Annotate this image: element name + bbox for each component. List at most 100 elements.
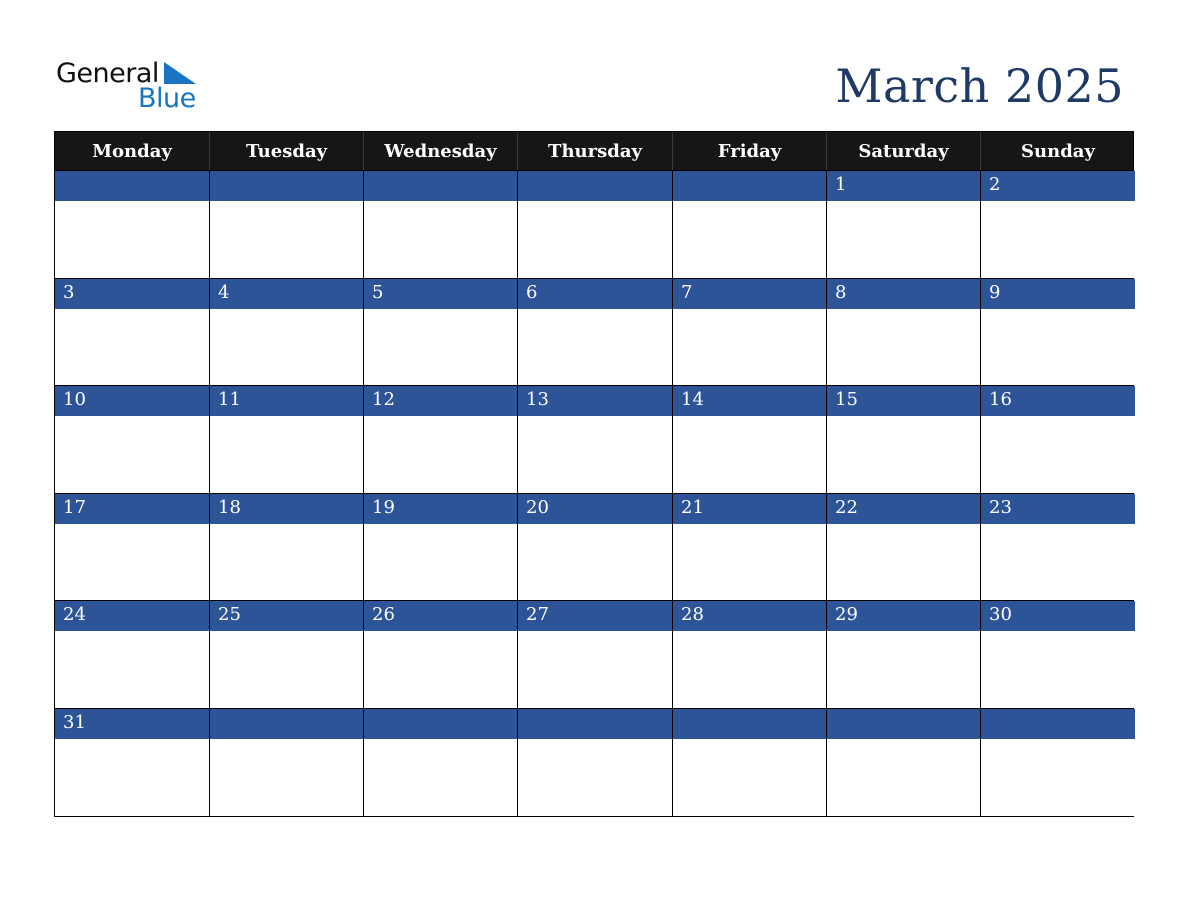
day-notes-area bbox=[364, 523, 517, 601]
day-notes-area bbox=[673, 201, 826, 278]
day-cell bbox=[672, 171, 826, 278]
day-cell: 1 bbox=[826, 171, 980, 278]
day-number: 4 bbox=[210, 278, 363, 309]
day-notes-area bbox=[981, 416, 1135, 493]
day-cell: 30 bbox=[980, 601, 1135, 708]
day-notes-area bbox=[673, 738, 826, 816]
day-cell: 26 bbox=[363, 601, 517, 708]
day-number: 9 bbox=[981, 278, 1135, 309]
day-cell: 17 bbox=[55, 493, 209, 601]
week-row: 3456789 bbox=[55, 277, 1135, 386]
day-number bbox=[518, 171, 672, 201]
day-notes-area bbox=[981, 201, 1135, 278]
day-number: 5 bbox=[364, 278, 517, 309]
week-row: 10 11 12 13 14 15 16 bbox=[55, 385, 1135, 493]
day-number bbox=[210, 708, 363, 739]
weekday-header-saturday: Saturday bbox=[826, 132, 980, 170]
day-cell: 29 bbox=[826, 601, 980, 708]
day-notes-area bbox=[364, 416, 517, 493]
day-cell: 27 bbox=[517, 601, 672, 708]
day-notes-area bbox=[981, 308, 1135, 386]
day-number: 28 bbox=[673, 601, 826, 632]
calendar-title: March 2025 bbox=[835, 59, 1124, 113]
day-cell bbox=[209, 171, 363, 278]
day-notes-area bbox=[981, 523, 1135, 601]
day-notes-area bbox=[364, 631, 517, 708]
day-cell bbox=[209, 708, 363, 816]
day-notes-area bbox=[827, 523, 980, 601]
day-number: 18 bbox=[210, 493, 363, 524]
day-number bbox=[518, 708, 672, 739]
day-notes-area bbox=[673, 523, 826, 601]
day-notes-area bbox=[518, 201, 672, 278]
day-cell: 10 bbox=[55, 386, 209, 493]
day-notes-area bbox=[518, 308, 672, 386]
day-cell bbox=[826, 708, 980, 816]
weekday-header-wednesday: Wednesday bbox=[363, 132, 517, 170]
day-notes-area bbox=[518, 631, 672, 708]
day-cell: 2 bbox=[980, 171, 1135, 278]
day-number: 10 bbox=[55, 386, 209, 417]
day-number: 15 bbox=[827, 386, 980, 417]
day-cell: 16 bbox=[980, 386, 1135, 493]
day-number: 22 bbox=[827, 493, 980, 524]
day-number: 23 bbox=[981, 493, 1135, 524]
day-cell bbox=[363, 171, 517, 278]
day-cell: 6 bbox=[517, 278, 672, 386]
day-number: 14 bbox=[673, 386, 826, 417]
day-cell: 18 bbox=[209, 493, 363, 601]
logo-word-blue: Blue bbox=[138, 83, 196, 114]
day-notes-area bbox=[827, 416, 980, 493]
week-row: 17 18 19 20 21 22 23 bbox=[55, 492, 1135, 601]
day-notes-area bbox=[364, 308, 517, 386]
week-row: 24 25 26 27 28 29 30 bbox=[55, 600, 1135, 708]
day-cell: 22 bbox=[826, 493, 980, 601]
day-notes-area bbox=[210, 308, 363, 386]
day-notes-area bbox=[55, 201, 209, 278]
day-cell: 5 bbox=[363, 278, 517, 386]
day-notes-area bbox=[210, 631, 363, 708]
day-notes-area bbox=[55, 523, 209, 601]
day-number: 13 bbox=[518, 386, 672, 417]
day-number bbox=[55, 171, 209, 201]
day-number bbox=[981, 708, 1135, 739]
day-cell: 28 bbox=[672, 601, 826, 708]
week-row: 12 bbox=[55, 170, 1135, 278]
day-cell: 31 bbox=[55, 708, 209, 816]
weekday-header-friday: Friday bbox=[672, 132, 826, 170]
day-number: 19 bbox=[364, 493, 517, 524]
day-cell: 19 bbox=[363, 493, 517, 601]
day-number: 26 bbox=[364, 601, 517, 632]
calendar-grid: Monday Tuesday Wednesday Thursday Friday… bbox=[54, 131, 1135, 817]
day-number: 27 bbox=[518, 601, 672, 632]
day-cell: 8 bbox=[826, 278, 980, 386]
day-notes-area bbox=[210, 523, 363, 601]
day-number: 21 bbox=[673, 493, 826, 524]
day-cell: 21 bbox=[672, 493, 826, 601]
day-cell: 3 bbox=[55, 278, 209, 386]
day-cell: 7 bbox=[672, 278, 826, 386]
day-number bbox=[673, 708, 826, 739]
day-number bbox=[210, 171, 363, 201]
day-notes-area bbox=[673, 416, 826, 493]
weekday-header-sunday: Sunday bbox=[980, 132, 1135, 170]
day-number: 3 bbox=[55, 278, 209, 309]
day-number: 30 bbox=[981, 601, 1135, 632]
day-notes-area bbox=[55, 738, 209, 816]
day-cell: 14 bbox=[672, 386, 826, 493]
day-number: 16 bbox=[981, 386, 1135, 417]
day-cell bbox=[55, 171, 209, 278]
day-number bbox=[364, 171, 517, 201]
day-notes-area bbox=[673, 308, 826, 386]
day-number bbox=[827, 708, 980, 739]
day-cell: 11 bbox=[209, 386, 363, 493]
day-number: 7 bbox=[673, 278, 826, 309]
day-notes-area bbox=[827, 738, 980, 816]
day-notes-area bbox=[55, 416, 209, 493]
day-notes-area bbox=[55, 308, 209, 386]
day-cell: 15 bbox=[826, 386, 980, 493]
day-cell: 24 bbox=[55, 601, 209, 708]
day-number: 6 bbox=[518, 278, 672, 309]
day-cell: 4 bbox=[209, 278, 363, 386]
day-number: 24 bbox=[55, 601, 209, 632]
